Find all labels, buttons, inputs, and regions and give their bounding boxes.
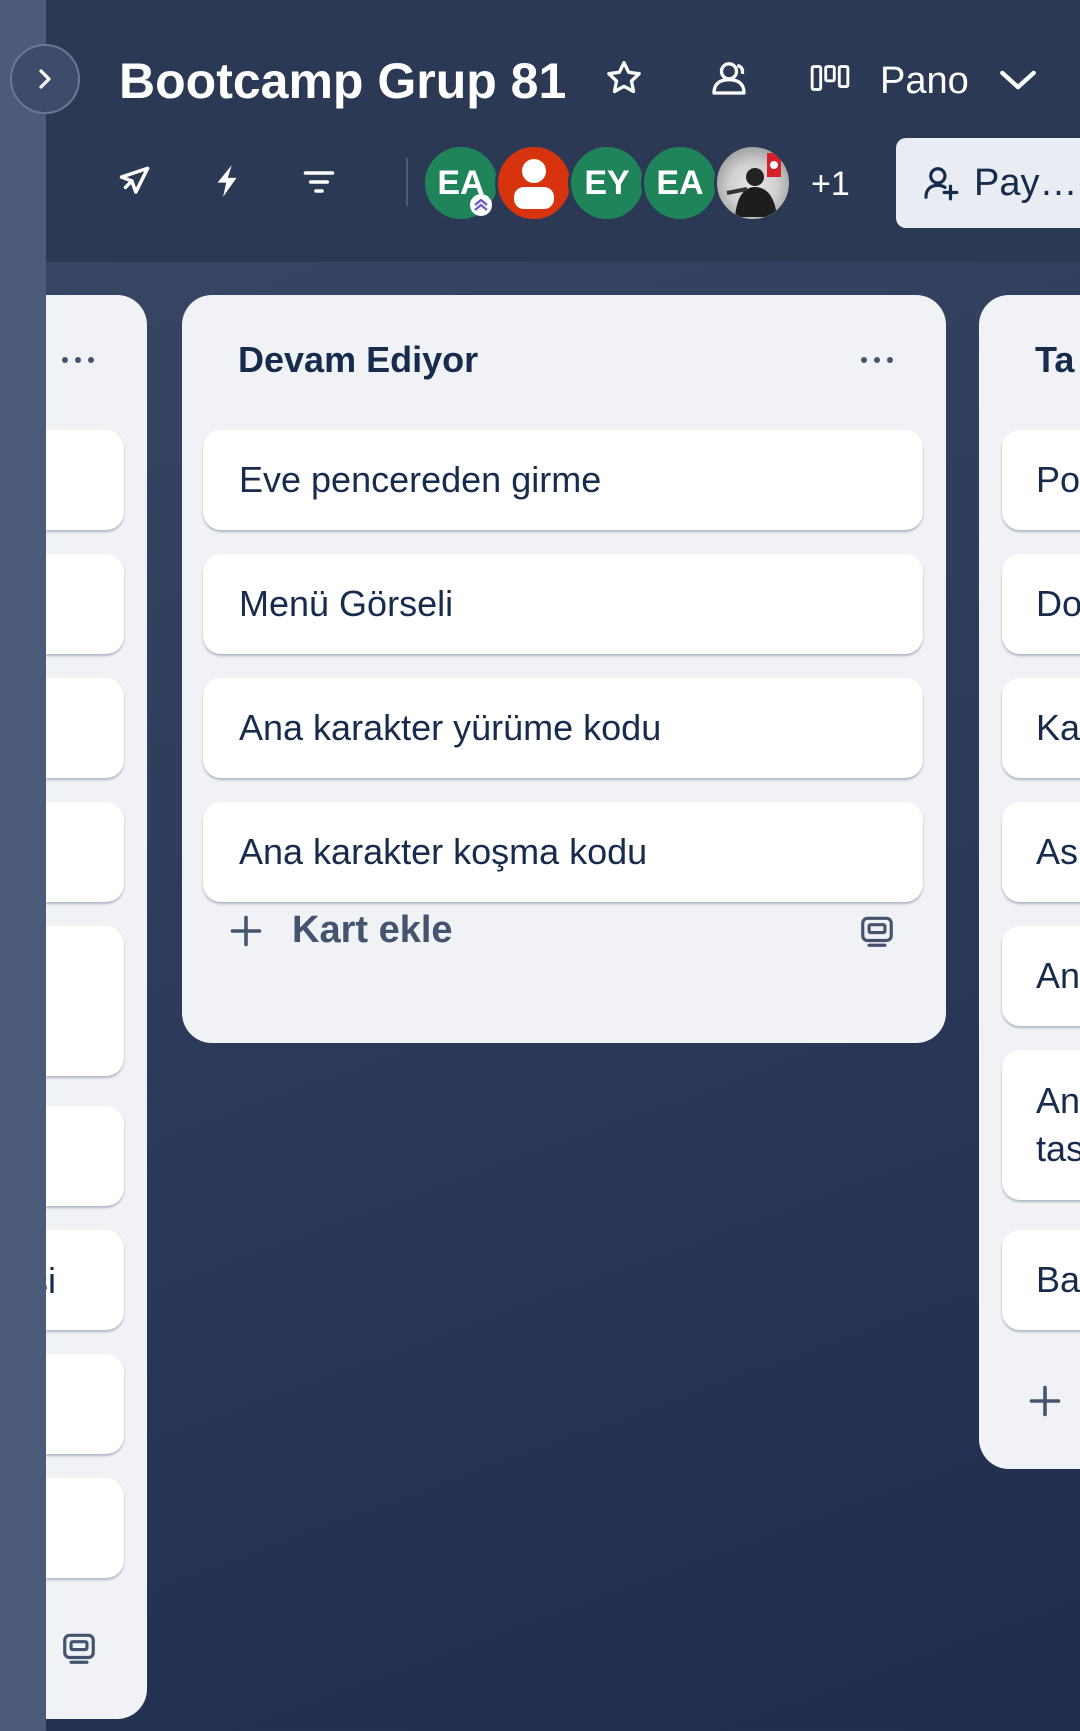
view-label[interactable]: Pano [880, 60, 969, 103]
member-avatar-photo[interactable] [714, 144, 792, 222]
filter-button[interactable] [298, 162, 340, 202]
admin-badge-icon [470, 194, 492, 216]
card-title-continued: tas [1036, 1128, 1080, 1169]
sidebar-toggle-button[interactable] [10, 44, 80, 114]
avatar-initials: EA [656, 163, 704, 202]
list-more-button[interactable] [861, 357, 893, 363]
plus-icon[interactable] [1027, 1383, 1063, 1419]
card-title: Ka [1036, 707, 1080, 748]
star-icon [607, 61, 641, 94]
list-item[interactable] [46, 802, 124, 902]
avatar-initials: EY [584, 163, 630, 202]
card[interactable]: Do [1002, 554, 1080, 654]
chevron-down-icon [1000, 70, 1036, 90]
card-template-icon[interactable] [858, 912, 896, 950]
list-item[interactable] [46, 926, 124, 1076]
profile-photo [726, 153, 781, 217]
list-item[interactable] [46, 1354, 124, 1454]
board-header: Bootcamp Grup 81 Pano EA EY EA +1 Pay… [46, 0, 1080, 262]
card-title: As [1036, 831, 1079, 872]
visibility-icon [712, 62, 746, 95]
chevron-right-icon [39, 69, 51, 89]
member-avatar[interactable]: EA [641, 144, 719, 222]
card[interactable]: An tas [1002, 1050, 1080, 1200]
add-card-label: Kart ekle [292, 909, 453, 951]
card-title: Ba [1036, 1259, 1080, 1300]
header-divider [406, 158, 408, 206]
list-item[interactable] [46, 430, 124, 530]
list-item[interactable] [46, 1106, 124, 1206]
power-ups-icon [119, 166, 150, 194]
share-button[interactable]: Pay… [896, 138, 1080, 228]
card-title: An [1036, 1080, 1080, 1121]
left-rail [0, 0, 46, 1731]
card-template-icon[interactable] [60, 1629, 98, 1667]
card[interactable]: Ana karakter yürüme kodu [203, 678, 923, 778]
card[interactable]: Ana karakter koşma kodu [203, 802, 923, 902]
member-avatar[interactable]: EA [422, 144, 500, 222]
person-icon [514, 159, 554, 209]
add-member-icon [924, 167, 959, 201]
member-avatar[interactable] [495, 144, 573, 222]
list-left-partial: şi [30, 295, 147, 1719]
card[interactable]: Ba [1002, 1230, 1080, 1330]
filter-icon [303, 171, 335, 193]
visibility-button[interactable] [706, 56, 752, 100]
card[interactable]: As [1002, 802, 1080, 902]
card-title: Ana karakter koşma kodu [239, 831, 648, 872]
card[interactable]: An [1002, 926, 1080, 1026]
power-ups-button[interactable] [114, 160, 156, 202]
board-view-switcher[interactable] [808, 58, 852, 98]
list-title[interactable]: Ta [1035, 339, 1074, 381]
board-title[interactable]: Bootcamp Grup 81 [119, 52, 566, 110]
automation-button[interactable] [206, 160, 248, 202]
card-title: An [1036, 955, 1080, 996]
card-title: Menü Görseli [239, 583, 454, 624]
list-item[interactable] [46, 1478, 124, 1578]
plus-icon [230, 915, 262, 946]
more-members-count[interactable]: +1 [811, 165, 850, 204]
star-button[interactable] [602, 56, 646, 100]
board-view-icon [810, 65, 850, 91]
automation-icon [217, 165, 237, 197]
card-title: Ana karakter yürüme kodu [239, 707, 662, 748]
view-dropdown-button[interactable] [996, 62, 1040, 98]
card[interactable]: Po [1002, 430, 1080, 530]
list-item[interactable] [46, 554, 124, 654]
list-more-button[interactable] [62, 357, 94, 363]
card-title: Do [1036, 583, 1080, 624]
add-card-button[interactable]: Kart ekle [228, 909, 453, 952]
list-right-partial: Ta Po Do Ka As An An tas Ba [979, 295, 1080, 1469]
card[interactable]: Ka [1002, 678, 1080, 778]
member-avatar[interactable]: EY [568, 144, 646, 222]
card[interactable]: Eve pencereden girme [203, 430, 923, 530]
card[interactable]: Menü Görseli [203, 554, 923, 654]
list-item[interactable] [46, 678, 124, 778]
share-label: Pay… [974, 161, 1078, 204]
card-title: Eve pencereden girme [239, 459, 602, 500]
list-devam-ediyor: Devam Ediyor Eve pencereden girme Menü G… [182, 295, 946, 1043]
list-item[interactable]: şi [30, 1230, 124, 1330]
card-title: Po [1036, 459, 1080, 500]
list-title[interactable]: Devam Ediyor [238, 339, 478, 381]
